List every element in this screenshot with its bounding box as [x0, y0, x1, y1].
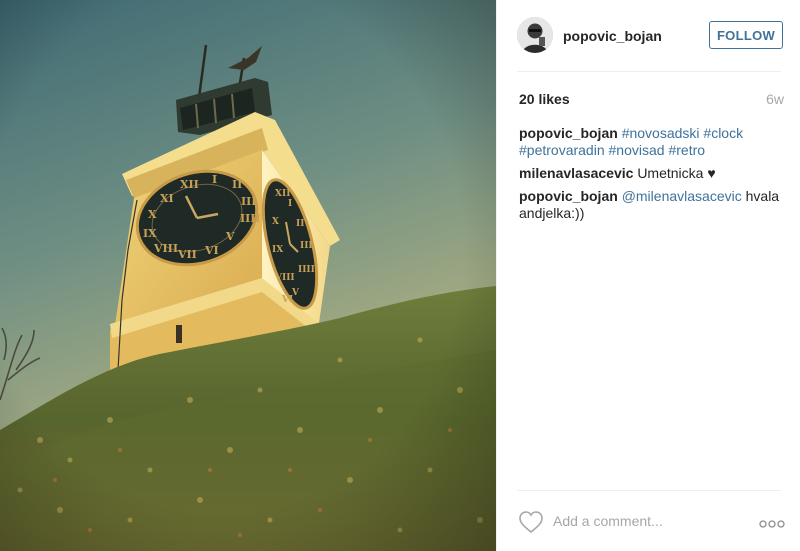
comment-text: Umetnicka ♥ — [637, 165, 716, 181]
comment-bar — [497, 492, 800, 551]
follow-button[interactable]: FOLLOW — [709, 21, 783, 49]
header-divider — [517, 71, 781, 72]
heart-outline-icon — [519, 511, 543, 534]
comment-hashtag-link[interactable]: #novosadski — [622, 125, 700, 141]
comment-username[interactable]: popovic_bojan — [519, 188, 618, 204]
ellipsis-icon — [759, 520, 785, 528]
comment-username[interactable]: milenavlasacevic — [519, 165, 633, 181]
avatar[interactable] — [517, 17, 553, 53]
likes-count[interactable]: 20 likes — [519, 91, 570, 107]
comment-item: popovic_bojan @milenavlasacevic hvala an… — [519, 188, 781, 222]
post-sidebar: popovic_bojan FOLLOW 20 likes 6w popovic… — [496, 0, 800, 551]
comments-list: popovic_bojan #novosadski #clock #petrov… — [519, 125, 781, 228]
post-age[interactable]: 6w — [766, 91, 784, 107]
comment-hashtag-link[interactable]: @milenavlasacevic — [622, 188, 742, 204]
clock-tower-photo: XII I II III IIII V VI VII VIII IX X XI … — [0, 0, 496, 551]
add-comment-input[interactable] — [553, 510, 743, 532]
post-author-username[interactable]: popovic_bojan — [563, 28, 662, 44]
post-header: popovic_bojan FOLLOW — [497, 0, 800, 72]
more-options-button[interactable] — [759, 516, 785, 528]
comment-item: popovic_bojan #novosadski #clock #petrov… — [519, 125, 781, 159]
comment-item: milenavlasacevic Umetnicka ♥ — [519, 165, 781, 182]
comment-hashtag-link[interactable]: #petrovaradin — [519, 142, 605, 158]
post-view: XII I II III IIII V VI VII VIII IX X XI … — [0, 0, 800, 551]
comment-username[interactable]: popovic_bojan — [519, 125, 618, 141]
comment-hashtag-link[interactable]: #retro — [668, 142, 705, 158]
like-button[interactable] — [518, 510, 544, 534]
user-avatar-icon — [517, 17, 553, 53]
post-photo[interactable]: XII I II III IIII V VI VII VIII IX X XI … — [0, 0, 496, 551]
comment-hashtag-link[interactable]: #clock — [703, 125, 743, 141]
footer-divider — [517, 490, 781, 491]
comment-hashtag-link[interactable]: #novisad — [609, 142, 665, 158]
